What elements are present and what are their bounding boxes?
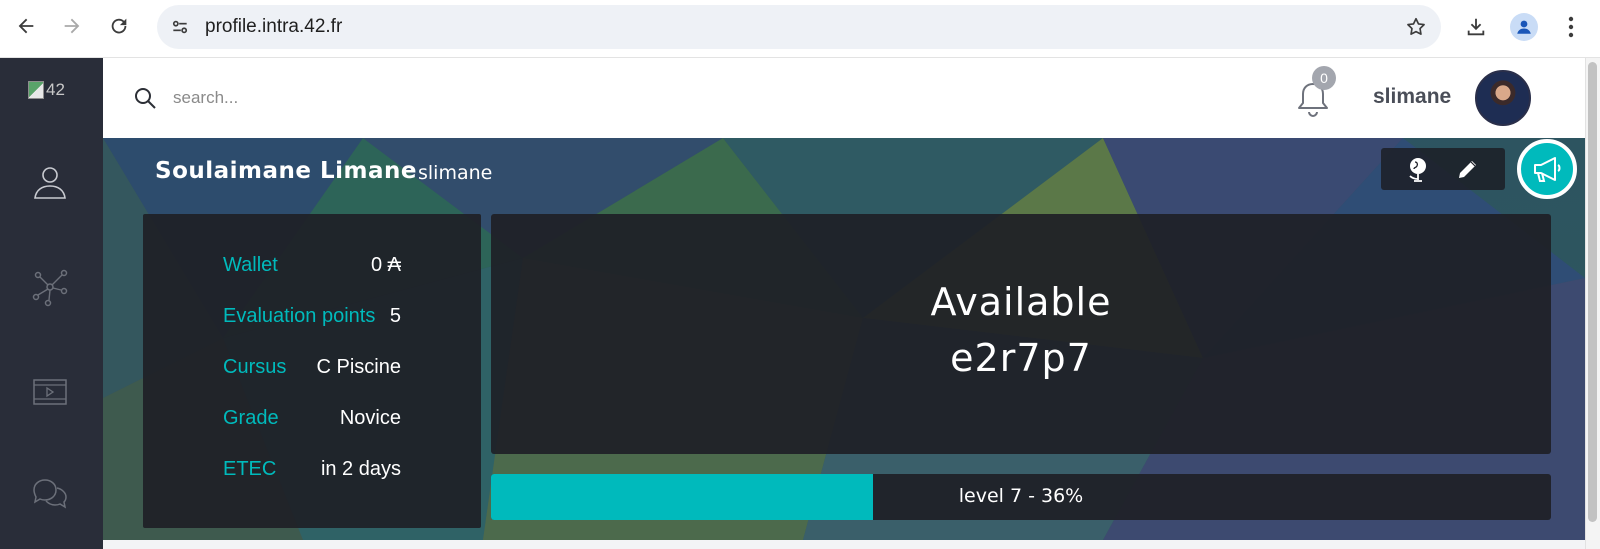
- avatar[interactable]: [1475, 70, 1531, 126]
- info-row-etec: ETEC in 2 days: [223, 454, 401, 484]
- info-value: in 2 days: [320, 457, 401, 480]
- info-row-cursus[interactable]: Cursus C Piscine: [223, 352, 401, 382]
- location-host: e2r7p7: [950, 336, 1092, 380]
- browser-menu-icon[interactable]: [1556, 12, 1586, 42]
- profile-full-name: Soulaimane Limane: [155, 158, 417, 184]
- info-label: Evaluation points: [223, 304, 376, 327]
- forward-icon[interactable]: [58, 12, 86, 40]
- profile-login: slimane: [418, 162, 493, 184]
- profile-actions: [1381, 148, 1505, 190]
- scrollbar-thumb[interactable]: [1588, 62, 1597, 522]
- content-area: [103, 540, 1585, 549]
- info-label: Grade: [223, 406, 279, 429]
- top-header: 0 slimane: [103, 58, 1585, 138]
- bookmark-star-icon[interactable]: [1403, 14, 1429, 40]
- notification-count-badge: 0: [1312, 66, 1336, 90]
- url-text[interactable]: profile.intra.42.fr: [205, 16, 342, 38]
- level-text: level 7 - 36%: [958, 485, 1084, 507]
- info-value: 0 ₳: [370, 253, 401, 276]
- info-row-evaluation-points: Evaluation points 5: [223, 301, 401, 331]
- address-bar[interactable]: profile.intra.42.fr: [157, 5, 1441, 49]
- profile-banner: Soulaimane Limane slimane Wallet 0 ₳ Eva…: [103, 138, 1585, 540]
- download-icon[interactable]: [1461, 12, 1491, 42]
- globe-icon[interactable]: [1404, 155, 1432, 183]
- level-progress-bar: level 7 - 36%: [491, 474, 1551, 520]
- info-value: 5: [389, 304, 401, 327]
- cursus-select[interactable]: C Piscine: [317, 356, 401, 379]
- info-label: Wallet: [223, 253, 278, 276]
- info-row-wallet: Wallet 0 ₳: [223, 250, 401, 280]
- network-graph-icon: [32, 269, 68, 307]
- browser-toolbar: profile.intra.42.fr: [0, 0, 1600, 58]
- chat-bubbles-icon: [33, 479, 67, 509]
- location-panel: Available e2r7p7: [491, 214, 1551, 454]
- info-label: Cursus: [223, 355, 287, 378]
- browser-profile-icon[interactable]: [1509, 12, 1539, 42]
- info-row-grade: Grade Novice: [223, 403, 401, 433]
- search-input[interactable]: [173, 84, 573, 112]
- location-status: Available: [930, 280, 1112, 324]
- back-icon[interactable]: [12, 12, 40, 40]
- info-value: Novice: [339, 406, 401, 429]
- info-label: ETEC: [223, 457, 277, 480]
- search-icon[interactable]: [133, 86, 157, 110]
- announcements-megaphone-icon[interactable]: [1517, 139, 1577, 199]
- header-username[interactable]: slimane: [1373, 85, 1451, 109]
- logo-alt-text: 42: [46, 80, 65, 99]
- broken-image-icon: [28, 81, 44, 99]
- sidebar-item-chat[interactable]: [28, 472, 72, 516]
- sidebar-item-profile[interactable]: [28, 160, 72, 204]
- site-settings-icon[interactable]: [167, 14, 193, 40]
- sidebar-item-network[interactable]: [28, 265, 72, 309]
- reload-icon[interactable]: [105, 12, 133, 40]
- profile-info-box: Wallet 0 ₳ Evaluation points 5 Cursus C …: [143, 214, 481, 528]
- sidebar: 42: [0, 58, 103, 549]
- sidebar-item-videos[interactable]: [28, 370, 72, 414]
- user-icon: [34, 167, 66, 199]
- video-icon: [33, 379, 67, 405]
- logo-42[interactable]: 42: [28, 78, 76, 102]
- edit-pencil-icon[interactable]: [1454, 155, 1482, 183]
